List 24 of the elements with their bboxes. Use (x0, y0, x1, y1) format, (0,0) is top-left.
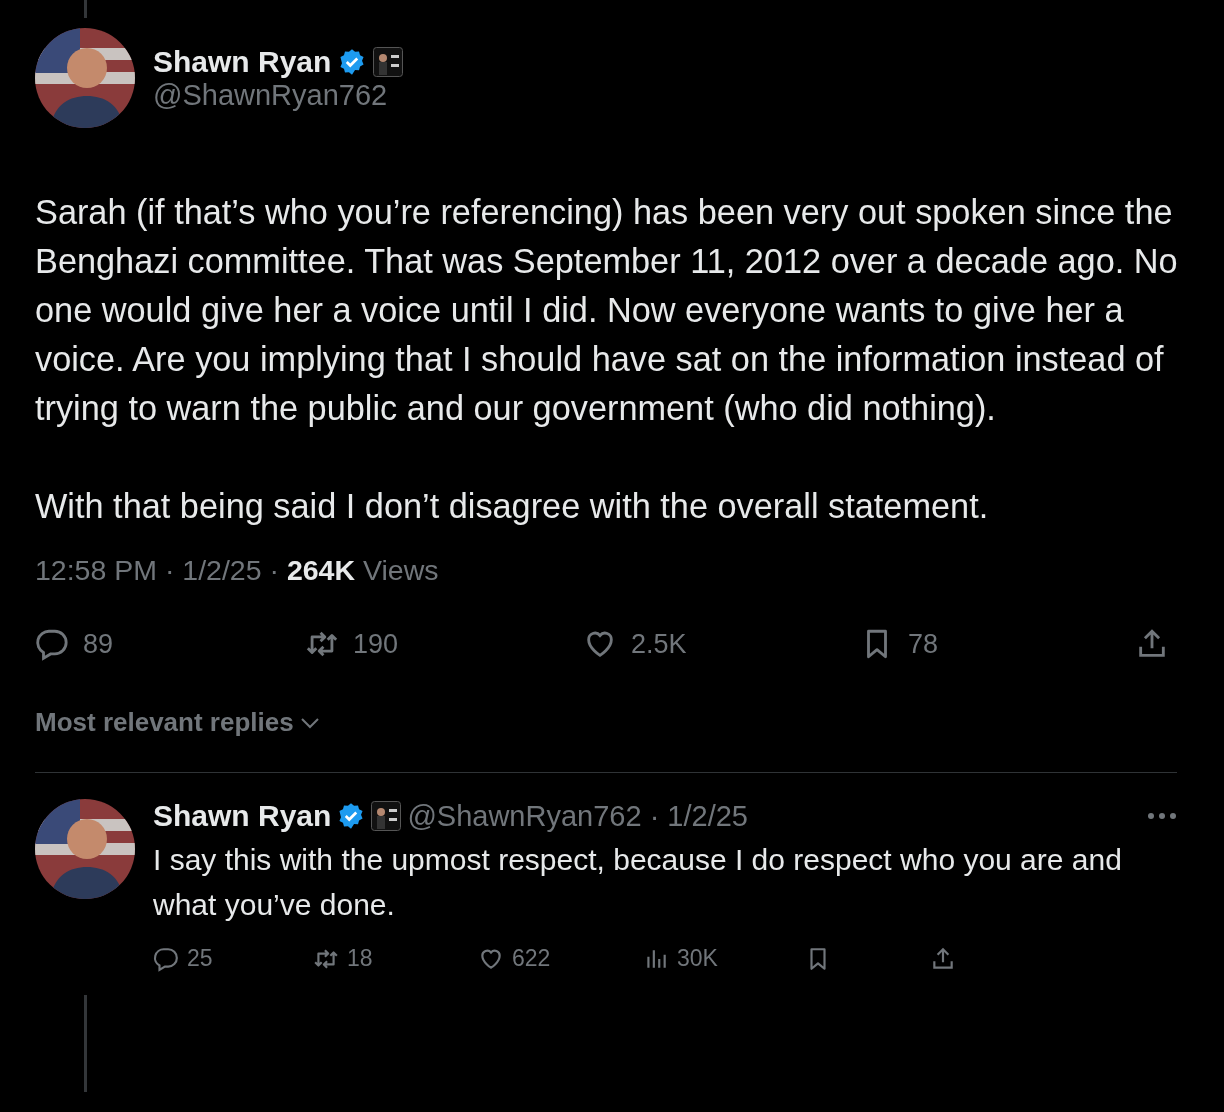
affiliate-badge-icon (373, 46, 404, 77)
like-button[interactable]: 2.5K (583, 627, 860, 661)
bookmark-button[interactable]: 78 (860, 627, 1135, 661)
author-name[interactable]: Shawn Ryan (153, 799, 332, 833)
more-options-icon[interactable] (1147, 812, 1177, 820)
reply-button[interactable]: 89 (35, 627, 305, 661)
tweet-timestamp-views: 12:58 PM · 1/2/25 · 264K Views (35, 554, 440, 587)
repost-button[interactable]: 18 (313, 945, 478, 972)
author-name[interactable]: Shawn Ryan (153, 44, 332, 79)
replies-sort-dropdown[interactable]: Most relevant replies (35, 707, 320, 738)
chevron-down-icon (299, 715, 320, 730)
comment-icon (35, 627, 69, 661)
reply-text: I say this with the upmost respect, because I do respect who you are and what you’ve done. (153, 842, 1123, 923)
reply-button[interactable]: 25 (153, 945, 313, 972)
repost-button[interactable]: 190 (305, 627, 583, 661)
share-icon (930, 945, 956, 972)
author-handle[interactable]: @ShawnRyan762 (153, 78, 404, 112)
tweet-text: With that being said I don’t disagree with the overall statement. (35, 486, 990, 527)
comment-icon (153, 945, 179, 972)
views-button[interactable]: 30K (643, 945, 805, 972)
like-button[interactable]: 622 (478, 945, 643, 972)
author-handle-date: @ShawnRyan762 · 1/2/25 (407, 799, 748, 833)
tweet-text: Sarah (if that’s who you’re referencing) has been very out spoken since the Benghazi committee. That was September 11, 2012 over a decade ago. No one would give her a voice until I did. Now everyone wants to give her a voice. Are you implying that I should have sat on the information instead of trying to warn the public and our government (who did nothing). (35, 192, 1179, 429)
affiliate-badge-icon (371, 801, 402, 831)
